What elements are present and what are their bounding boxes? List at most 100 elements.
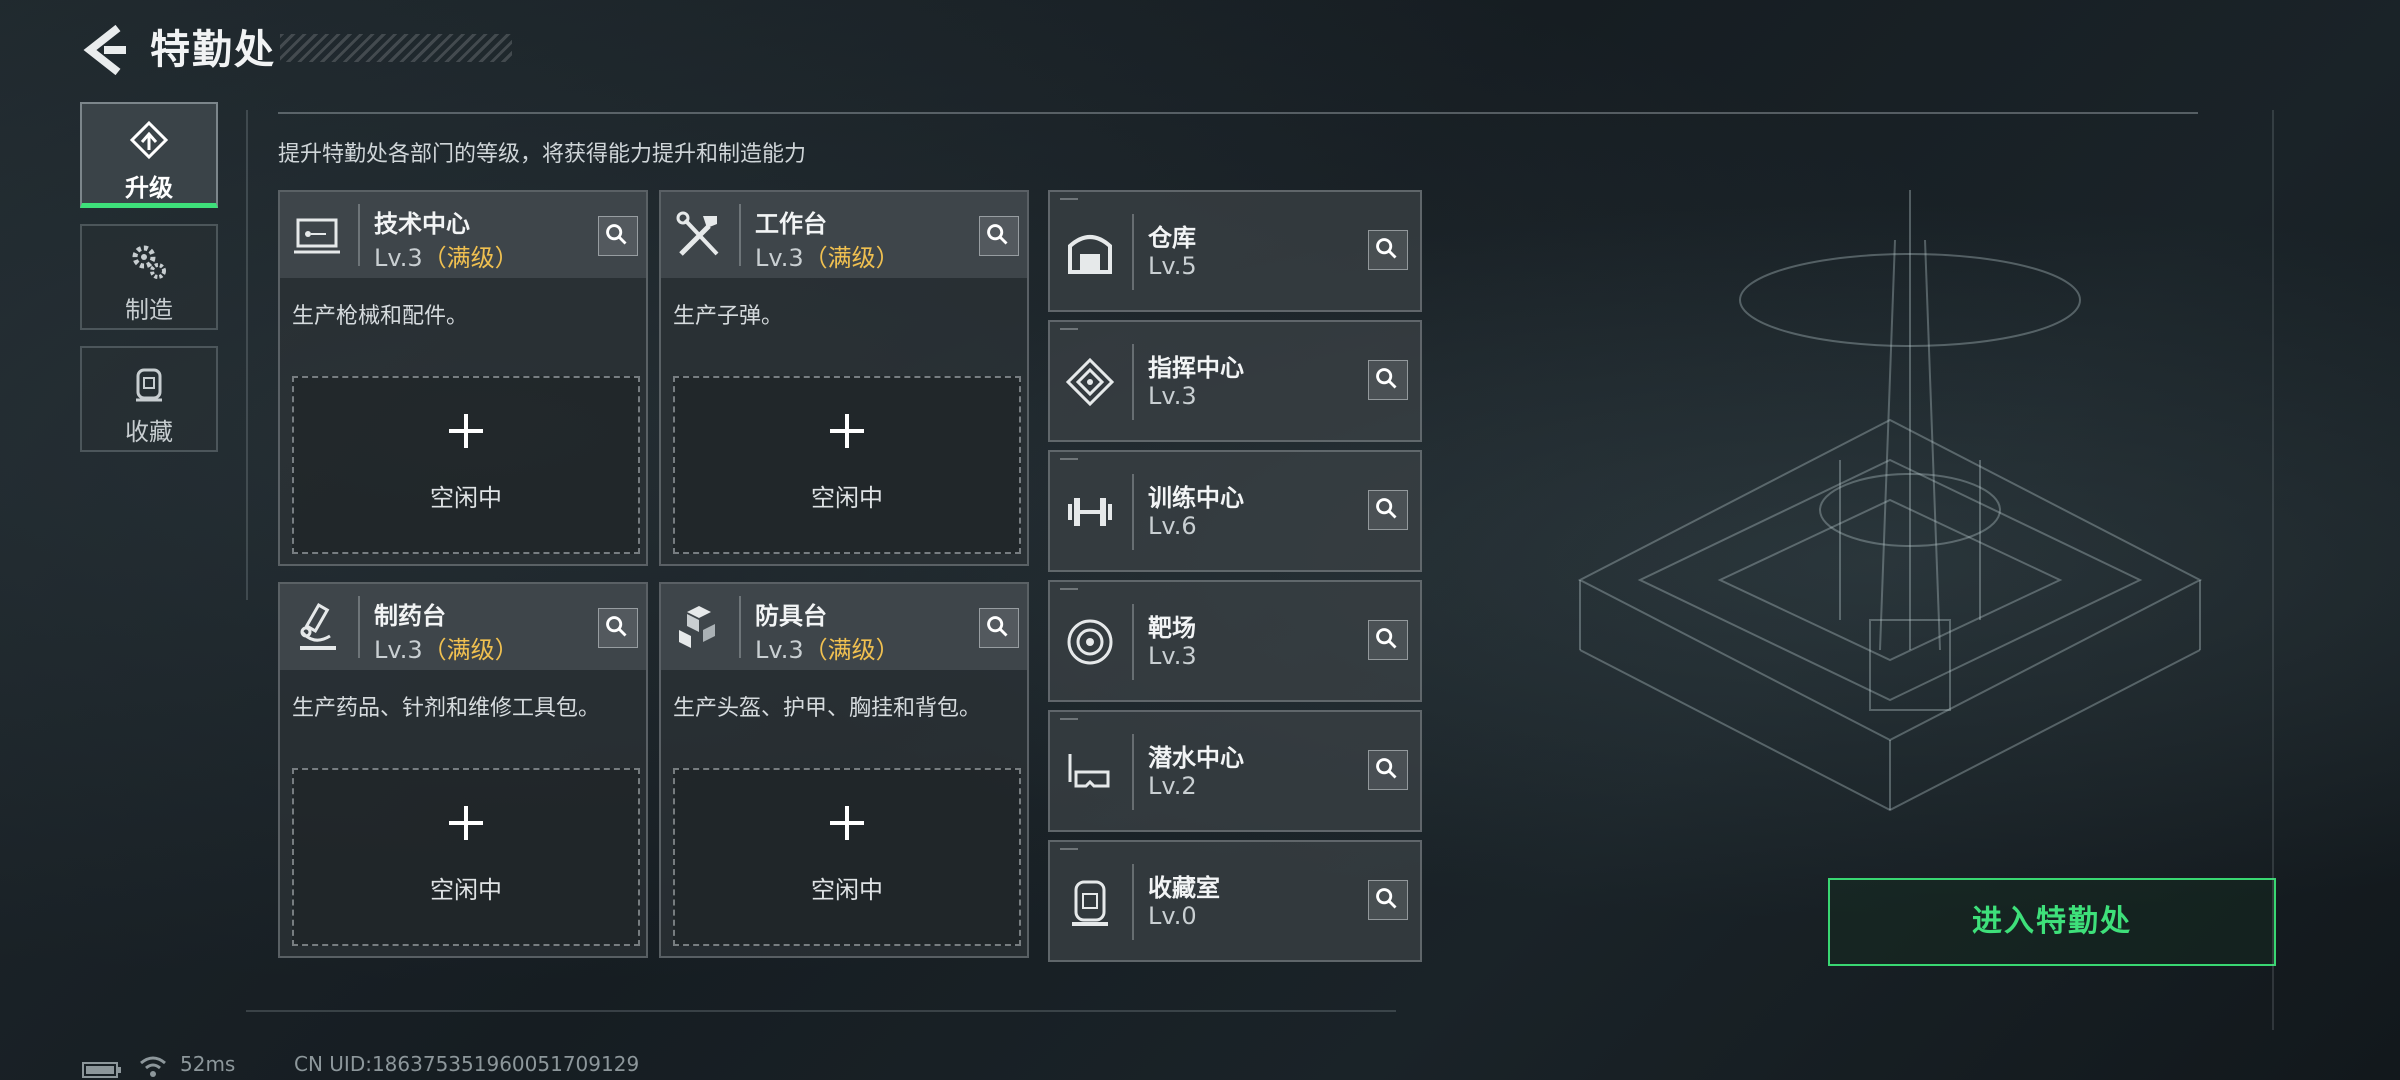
facility-level: Lv.3 xyxy=(1148,382,1197,410)
station-level: Lv.3（满级） xyxy=(755,630,900,665)
facility-card-shooting-range[interactable]: 靶场 Lv.3 xyxy=(1048,580,1422,702)
inspect-button[interactable] xyxy=(1368,620,1408,660)
tab-upgrade-label: 升级 xyxy=(125,174,173,202)
facility-name: 潜水中心 xyxy=(1148,744,1244,772)
inspect-button[interactable] xyxy=(598,608,638,648)
inspect-button[interactable] xyxy=(1368,490,1408,530)
production-slot[interactable]: 空闲中 xyxy=(673,376,1021,554)
inspect-button[interactable] xyxy=(1368,880,1408,920)
search-icon xyxy=(1376,498,1397,519)
facility-name: 训练中心 xyxy=(1148,484,1244,512)
plus-icon xyxy=(449,806,483,840)
page-title: 特勤处 xyxy=(150,27,276,73)
station-card-armor: 防具台 Lv.3（满级） 生产头盔、护甲、胸挂和背包。 空闲中 xyxy=(659,582,1029,958)
search-icon xyxy=(1376,758,1397,779)
left-divider xyxy=(246,110,248,600)
plus-icon xyxy=(830,806,864,840)
level-value: Lv.3 xyxy=(374,244,423,272)
station-description: 生产头盔、护甲、胸挂和背包。 xyxy=(673,696,982,721)
enter-special-ops-button[interactable]: 进入特勤处 xyxy=(1828,878,2276,966)
search-icon xyxy=(1376,888,1397,909)
search-icon xyxy=(987,224,1008,245)
facility-level: Lv.5 xyxy=(1148,252,1197,280)
footer-divider xyxy=(246,1010,1396,1012)
dumbbell-icon xyxy=(1068,498,1112,526)
search-icon xyxy=(1376,368,1397,389)
facility-name: 靶场 xyxy=(1148,614,1196,642)
upgrade-icon xyxy=(129,120,169,160)
station-description: 生产子弹。 xyxy=(673,304,784,329)
facility-name: 指挥中心 xyxy=(1148,354,1244,382)
slot-status: 空闲中 xyxy=(811,484,883,512)
diving-mask-icon xyxy=(1068,754,1110,788)
plus-icon xyxy=(830,414,864,448)
warehouse-icon xyxy=(1068,235,1112,274)
inspect-button[interactable] xyxy=(1368,230,1408,270)
plus-icon xyxy=(449,414,483,448)
tech-center-icon xyxy=(294,218,340,254)
inspect-button[interactable] xyxy=(598,216,638,256)
workbench-tools-icon xyxy=(676,211,719,256)
station-name: 防具台 xyxy=(755,602,827,630)
facility-level: Lv.3 xyxy=(1148,642,1197,670)
armor-cubes-icon xyxy=(679,606,715,648)
max-level-badge: （满级） xyxy=(422,244,519,272)
tab-craft[interactable]: 制造 xyxy=(80,224,218,330)
card-header: 工作台 Lv.3（满级） xyxy=(661,192,1027,278)
search-icon xyxy=(1376,238,1397,259)
inspect-button[interactable] xyxy=(979,608,1019,648)
tab-collection[interactable]: 收藏 xyxy=(80,346,218,452)
search-icon xyxy=(1376,628,1397,649)
tab-craft-label: 制造 xyxy=(125,296,173,324)
section-description: 提升特勤处各部门的等级，将获得能力提升和制造能力 xyxy=(278,142,807,167)
facility-level: Lv.0 xyxy=(1148,902,1197,930)
slot-status: 空闲中 xyxy=(430,484,502,512)
facility-level: Lv.2 xyxy=(1148,772,1197,800)
station-name: 工作台 xyxy=(755,210,827,238)
tab-upgrade[interactable]: 升级 xyxy=(80,102,218,208)
search-icon xyxy=(606,224,627,245)
tab-collection-label: 收藏 xyxy=(125,418,173,446)
facility-card-diving-center[interactable]: 潜水中心 Lv.2 xyxy=(1048,710,1422,832)
base-wireframe-illustration xyxy=(1577,190,2203,812)
card-header: 技术中心 Lv.3（满级） xyxy=(280,192,646,278)
station-level: Lv.3（满级） xyxy=(374,238,519,273)
facility-card-training-center[interactable]: 训练中心 Lv.6 xyxy=(1048,450,1422,572)
max-level-badge: （满级） xyxy=(422,636,519,664)
ping-latency: 52ms xyxy=(180,1052,236,1076)
station-description: 生产药品、针剂和维修工具包。 xyxy=(292,696,601,721)
chip-icon xyxy=(1065,357,1115,407)
inspect-button[interactable] xyxy=(1368,360,1408,400)
inspect-button[interactable] xyxy=(979,216,1019,256)
display-case-icon xyxy=(1072,880,1108,926)
back-arrow-icon[interactable] xyxy=(80,22,130,78)
facility-level: Lv.6 xyxy=(1148,512,1197,540)
facility-card-warehouse[interactable]: 仓库 Lv.5 xyxy=(1048,190,1422,312)
target-icon xyxy=(1067,619,1113,665)
station-card-pharmacy: 制药台 Lv.3（满级） 生产药品、针剂和维修工具包。 空闲中 xyxy=(278,582,648,958)
facility-name: 收藏室 xyxy=(1148,874,1220,902)
station-description: 生产枪械和配件。 xyxy=(292,304,469,329)
microscope-icon xyxy=(300,603,336,650)
production-slot[interactable]: 空闲中 xyxy=(673,768,1021,946)
search-icon xyxy=(606,616,627,637)
slot-status: 空闲中 xyxy=(430,876,502,904)
max-level-badge: （满级） xyxy=(803,636,900,664)
slot-status: 空闲中 xyxy=(811,876,883,904)
production-slot[interactable]: 空闲中 xyxy=(292,768,640,946)
station-name: 技术中心 xyxy=(374,210,470,238)
facility-name: 仓库 xyxy=(1148,224,1196,252)
station-name: 制药台 xyxy=(374,602,446,630)
station-card-workbench: 工作台 Lv.3（满级） 生产子弹。 空闲中 xyxy=(659,190,1029,566)
inspect-button[interactable] xyxy=(1368,750,1408,790)
level-value: Lv.3 xyxy=(755,244,804,272)
max-level-badge: （满级） xyxy=(803,244,900,272)
production-slot[interactable]: 空闲中 xyxy=(292,376,640,554)
search-icon xyxy=(987,616,1008,637)
facility-card-command-center[interactable]: 指挥中心 Lv.3 xyxy=(1048,320,1422,442)
craft-gear-icon xyxy=(132,245,166,279)
right-divider xyxy=(2272,110,2274,1030)
level-value: Lv.3 xyxy=(374,636,423,664)
facility-card-collection-room[interactable]: 收藏室 Lv.0 xyxy=(1048,840,1422,962)
card-header: 制药台 Lv.3（满级） xyxy=(280,584,646,670)
